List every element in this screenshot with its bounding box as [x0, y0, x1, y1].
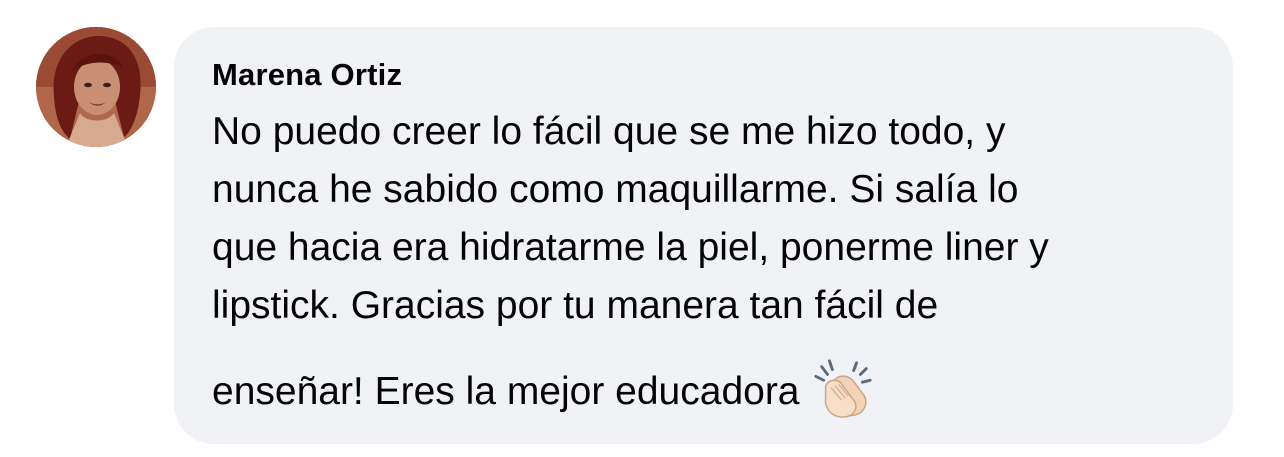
comment-line-last: enseñar! Eres la mejor educadora [212, 357, 1197, 427]
comment-line: que hacia era hidratarme la piel, ponerm… [212, 226, 1049, 269]
avatar[interactable] [36, 27, 156, 147]
comment: Marena Ortiz No puedo creer lo fácil que… [0, 0, 1284, 457]
comment-line: nunca he sabido como maquillarme. Si sal… [212, 168, 1019, 211]
comment-bubble: Marena Ortiz No puedo creer lo fácil que… [174, 27, 1233, 444]
comment-line: lipstick. Gracias por tu manera tan fáci… [212, 284, 939, 327]
comment-line: No puedo creer lo fácil que se me hizo t… [212, 110, 1006, 153]
comment-text: No puedo creer lo fácil que se me hizo t… [212, 103, 1197, 427]
comment-author[interactable]: Marena Ortiz [212, 55, 1197, 95]
clapping-hands-icon [812, 357, 874, 419]
avatar-image [36, 27, 156, 147]
comment-line: enseñar! Eres la mejor educadora [212, 370, 800, 413]
